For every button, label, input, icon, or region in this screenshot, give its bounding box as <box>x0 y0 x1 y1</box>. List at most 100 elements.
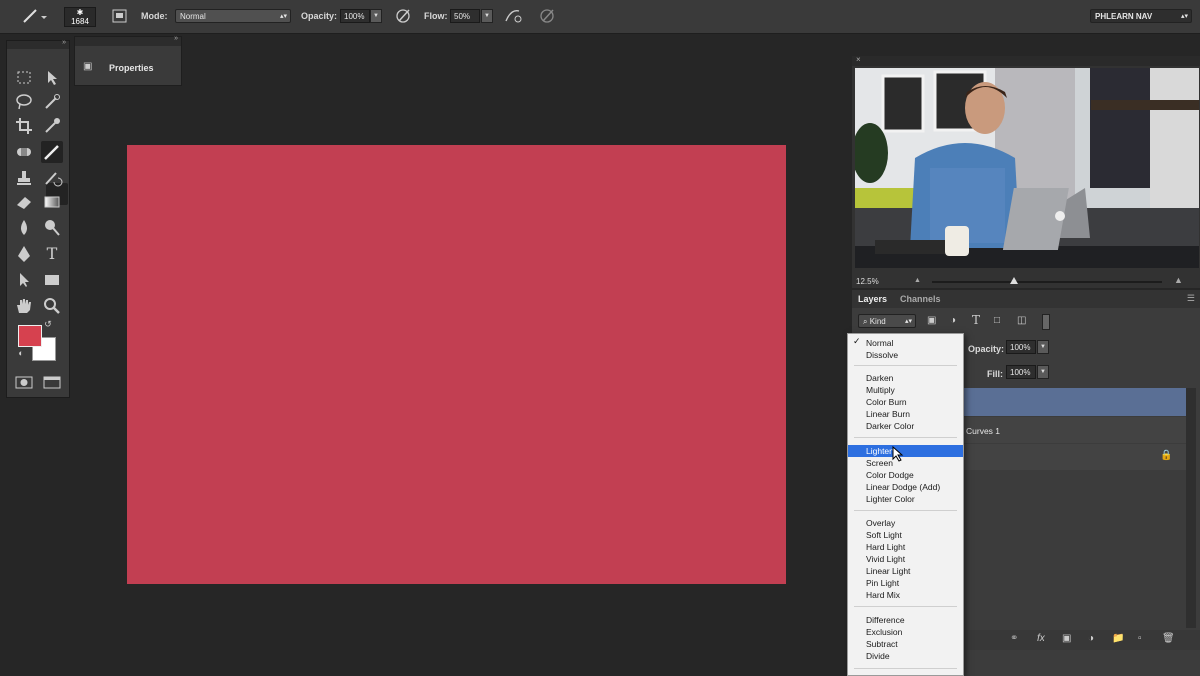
layer-opacity-slider-button[interactable]: ▼ <box>1037 340 1049 354</box>
mode-dropdown[interactable]: Normal ▴▾ <box>175 9 291 23</box>
trash-icon[interactable]: 🗑 <box>1162 633 1175 644</box>
properties-label: Properties <box>109 63 154 73</box>
blend-option-subtract[interactable]: Subtract <box>848 638 963 650</box>
blend-option-normal[interactable]: Normal <box>848 337 963 349</box>
blend-option-linear-burn[interactable]: Linear Burn <box>848 408 963 420</box>
new-layer-icon[interactable]: ▫ <box>1138 633 1142 644</box>
lasso-tool-icon[interactable] <box>13 91 35 113</box>
blend-option-difference[interactable]: Difference <box>848 614 963 626</box>
new-group-icon[interactable]: 📁 <box>1112 633 1124 644</box>
blend-option-darker-color[interactable]: Darker Color <box>848 420 963 432</box>
pressure-opacity-icon[interactable] <box>394 7 412 25</box>
new-adjustment-icon[interactable]: ◑ <box>1088 633 1094 644</box>
rectangle-tool-icon[interactable] <box>41 269 63 291</box>
flow-slider-button[interactable]: ▼ <box>481 9 493 23</box>
type-tool-icon[interactable]: T <box>41 243 63 265</box>
layer-name: Curves 1 <box>966 426 1001 436</box>
navigator-zoom-slider[interactable] <box>932 281 1162 283</box>
pressure-size-icon[interactable] <box>538 7 556 25</box>
screen-mode-icon[interactable] <box>41 371 63 393</box>
blend-option-darken[interactable]: Darken <box>848 372 963 384</box>
blend-option-vivid-light[interactable]: Vivid Light <box>848 553 963 565</box>
blend-option-multiply[interactable]: Multiply <box>848 384 963 396</box>
zoom-in-icon[interactable]: ▲ <box>1174 275 1183 285</box>
blend-option-hard-mix[interactable]: Hard Mix <box>848 589 963 601</box>
tools-panel-header[interactable]: » <box>7 39 69 49</box>
gradient-tool-icon[interactable] <box>41 191 63 213</box>
filter-pixel-icon[interactable]: ▣ <box>927 315 936 326</box>
opacity-input[interactable]: 100% <box>340 9 370 23</box>
foreground-color-swatch-front[interactable] <box>18 325 42 347</box>
path-selection-tool-icon[interactable] <box>13 269 35 291</box>
zoom-tool-icon[interactable] <box>41 295 63 317</box>
layer-opacity-input[interactable]: 100% <box>1006 340 1036 354</box>
flow-input[interactable]: 50% <box>450 9 480 23</box>
marquee-tool-icon[interactable] <box>13 67 35 89</box>
blend-option-screen[interactable]: Screen <box>848 457 963 469</box>
layer-fill-slider-button[interactable]: ▼ <box>1037 365 1049 379</box>
blend-option-divide[interactable]: Divide <box>848 650 963 662</box>
layer-style-icon[interactable]: fx <box>1037 633 1045 644</box>
blend-option-dissolve[interactable]: Dissolve <box>848 349 963 361</box>
blend-option-color-dodge[interactable]: Color Dodge <box>848 469 963 481</box>
tab-layers[interactable]: Layers <box>858 294 887 304</box>
filter-toggle-switch[interactable] <box>1042 314 1050 330</box>
brush-tool-preset-icon[interactable] <box>18 7 48 25</box>
blur-tool-icon[interactable] <box>13 217 35 239</box>
quick-selection-tool-icon[interactable] <box>41 91 63 113</box>
close-icon[interactable]: × <box>856 55 861 64</box>
blend-option-pin-light[interactable]: Pin Light <box>848 577 963 589</box>
navigator-zoom-value[interactable]: 12.5% <box>856 277 879 286</box>
properties-panel-header[interactable]: » <box>75 35 181 46</box>
quick-mask-icon[interactable] <box>13 371 35 393</box>
layer-filter-dropdown[interactable]: ⌕ Kind ▴▾ <box>858 314 916 328</box>
brush-panel-toggle-icon[interactable] <box>112 7 128 25</box>
blend-option-hard-light[interactable]: Hard Light <box>848 541 963 553</box>
opacity-slider-button[interactable]: ▼ <box>370 9 382 23</box>
blend-option-linear-dodge[interactable]: Linear Dodge (Add) <box>848 481 963 493</box>
crop-tool-icon[interactable] <box>13 115 35 137</box>
blend-option-soft-light[interactable]: Soft Light <box>848 529 963 541</box>
blend-option-exclusion[interactable]: Exclusion <box>848 626 963 638</box>
blend-option-overlay[interactable]: Overlay <box>848 517 963 529</box>
layer-filter-value: Kind <box>869 317 886 326</box>
filter-adjustment-icon[interactable]: ◑ <box>950 315 956 326</box>
blend-option-color-burn[interactable]: Color Burn <box>848 396 963 408</box>
clone-stamp-tool-icon[interactable] <box>13 167 35 189</box>
navigator-panel-header[interactable]: × <box>852 55 1200 66</box>
options-bar: ✱ 1684 Mode: Normal ▴▾ Opacity: 100% ▼ Fl… <box>0 0 1200 34</box>
pen-tool-icon[interactable] <box>13 243 35 265</box>
default-colors-icon[interactable]: ◐ <box>15 347 27 359</box>
eyedropper-tool-icon[interactable] <box>41 115 63 137</box>
zoom-out-icon[interactable]: ▲ <box>914 277 921 284</box>
eraser-tool-icon[interactable] <box>13 191 35 213</box>
airbrush-icon[interactable] <box>503 7 523 25</box>
dodge-tool-icon[interactable] <box>41 217 63 239</box>
filter-type-icon[interactable]: T <box>972 313 980 327</box>
spot-healing-tool-icon[interactable] <box>13 141 35 163</box>
blend-option-lighten[interactable]: Lighten <box>848 445 963 457</box>
document-canvas[interactable] <box>127 145 786 584</box>
menu-divider <box>854 437 957 438</box>
link-layers-icon[interactable]: ⚭ <box>1010 633 1018 644</box>
collapse-icon[interactable]: » <box>62 39 66 46</box>
tab-channels[interactable]: Channels <box>900 294 941 304</box>
layer-fill-input[interactable]: 100% <box>1006 365 1036 379</box>
workspace-dropdown[interactable]: PHLEARN NAV ▴▾ <box>1090 9 1192 23</box>
brush-tool-active-icon[interactable] <box>41 141 63 163</box>
history-brush-tool-icon[interactable] <box>41 167 63 189</box>
collapse-icon[interactable]: » <box>174 35 178 42</box>
navigator-zoom-slider-thumb[interactable] <box>1010 277 1018 284</box>
blend-option-linear-light[interactable]: Linear Light <box>848 565 963 577</box>
filter-shape-icon[interactable]: □ <box>994 315 1000 326</box>
blend-option-lighter-color[interactable]: Lighter Color <box>848 493 963 505</box>
swap-colors-icon[interactable]: ↺ <box>43 319 53 329</box>
hand-tool-icon[interactable] <box>13 295 35 317</box>
panel-menu-icon[interactable]: ☰ <box>1187 293 1195 304</box>
properties-panel-button[interactable]: ▣ Properties <box>81 59 177 75</box>
brush-size-picker[interactable]: ✱ 1684 <box>64 7 96 27</box>
move-tool-icon[interactable] <box>41 67 63 89</box>
layer-mask-icon[interactable]: ▣ <box>1062 633 1071 644</box>
filter-smart-object-icon[interactable]: ◫ <box>1017 315 1026 326</box>
layers-scrollbar[interactable] <box>1186 388 1196 628</box>
